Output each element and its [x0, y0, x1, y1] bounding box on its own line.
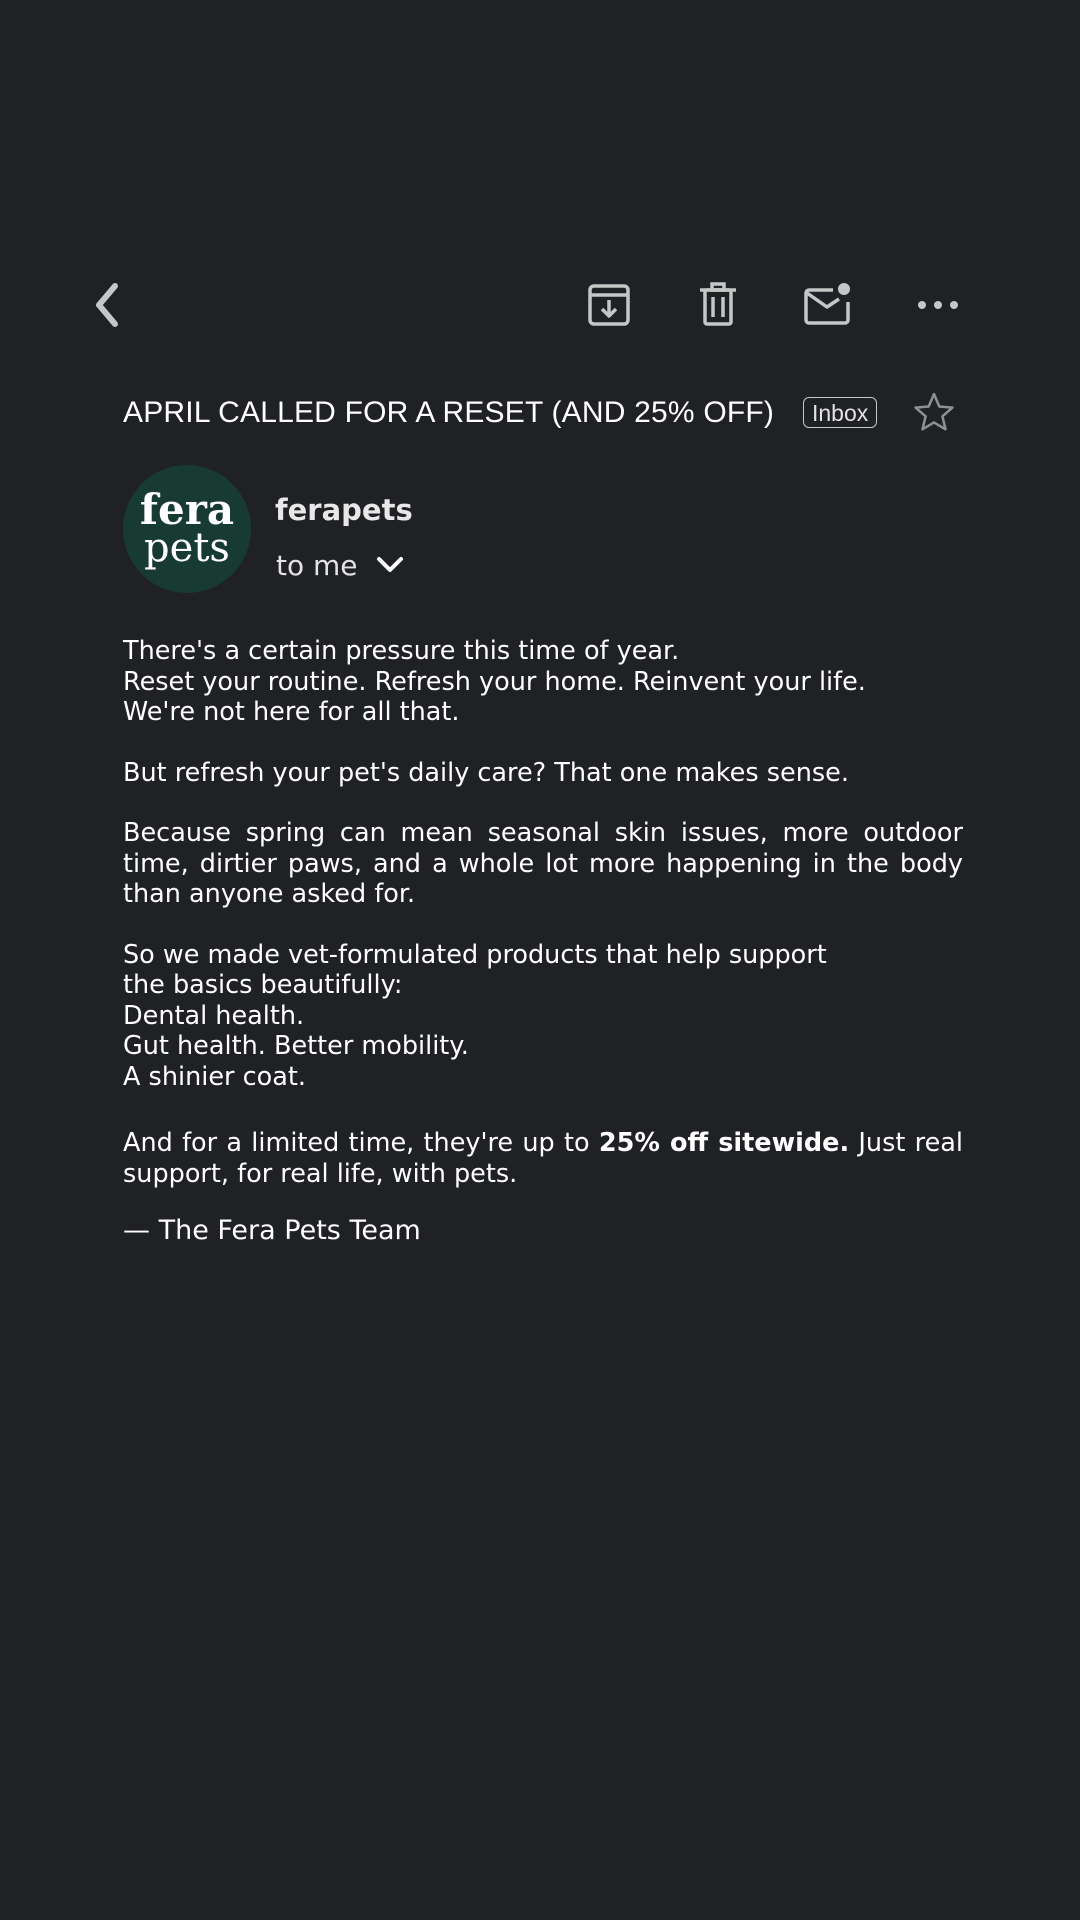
body-line: the basics beautifully: [123, 970, 403, 1000]
subject-row: APRIL CALLED FOR A RESET (AND 25% OFF) I… [123, 388, 963, 438]
body-line: There's a certain pressure this time of … [123, 636, 680, 666]
star-outline-icon [914, 392, 954, 431]
trash-icon [700, 282, 736, 326]
chevron-down-icon [376, 557, 403, 572]
mark-unread-button[interactable] [793, 270, 863, 340]
sender-row: fera pets ferapets to me [123, 465, 963, 595]
email-subject: APRIL CALLED FOR A RESET (AND 25% OFF) [123, 396, 775, 429]
body-line: Dental health. [123, 1000, 305, 1031]
body-paragraph-4: So we made vet-formulated products that … [123, 940, 973, 1093]
recipient-details-toggle[interactable]: to me [276, 545, 404, 585]
mail-unread-icon [804, 283, 850, 325]
body-line: Gut health. Better mobility. [123, 1031, 469, 1061]
body-line: We're not here for all that. [123, 697, 460, 727]
ferapets-logo: fera pets [140, 485, 234, 571]
body-paragraph-3: Because spring can mean seasonal skin is… [123, 818, 963, 909]
more-options-button[interactable] [903, 270, 973, 340]
recipient-text: to me [276, 548, 358, 582]
body-text: And for a limited time, they're up to [123, 1128, 599, 1158]
email-toolbar [0, 270, 1080, 340]
inbox-label-chip[interactable]: Inbox [803, 397, 878, 428]
archive-button[interactable] [574, 270, 644, 340]
email-signoff: — The Fera Pets Team [123, 1215, 421, 1246]
body-line: So we made vet-formulated products that … [123, 939, 827, 970]
discount-highlight: 25% off sitewide. [598, 1128, 850, 1158]
body-paragraph-1: There's a certain pressure this time of … [123, 636, 973, 728]
more-horizontal-icon [918, 301, 958, 309]
body-paragraph-2: But refresh your pet's daily care? That … [123, 757, 849, 788]
chevron-left-icon [96, 283, 118, 327]
email-body: There's a certain pressure this time of … [123, 636, 973, 1219]
back-button[interactable] [72, 270, 142, 340]
body-paragraph-5: And for a limited time, they're up to 25… [123, 1128, 963, 1189]
svg-text:pets: pets [144, 525, 230, 571]
body-line: Reset your routine. Refresh your home. R… [123, 666, 866, 697]
sender-name[interactable]: ferapets [275, 493, 413, 527]
delete-button[interactable] [683, 270, 753, 340]
body-line: A shinier coat. [123, 1061, 306, 1092]
star-button[interactable] [909, 388, 959, 438]
sender-avatar[interactable]: fera pets [123, 465, 251, 593]
archive-icon [588, 284, 630, 326]
